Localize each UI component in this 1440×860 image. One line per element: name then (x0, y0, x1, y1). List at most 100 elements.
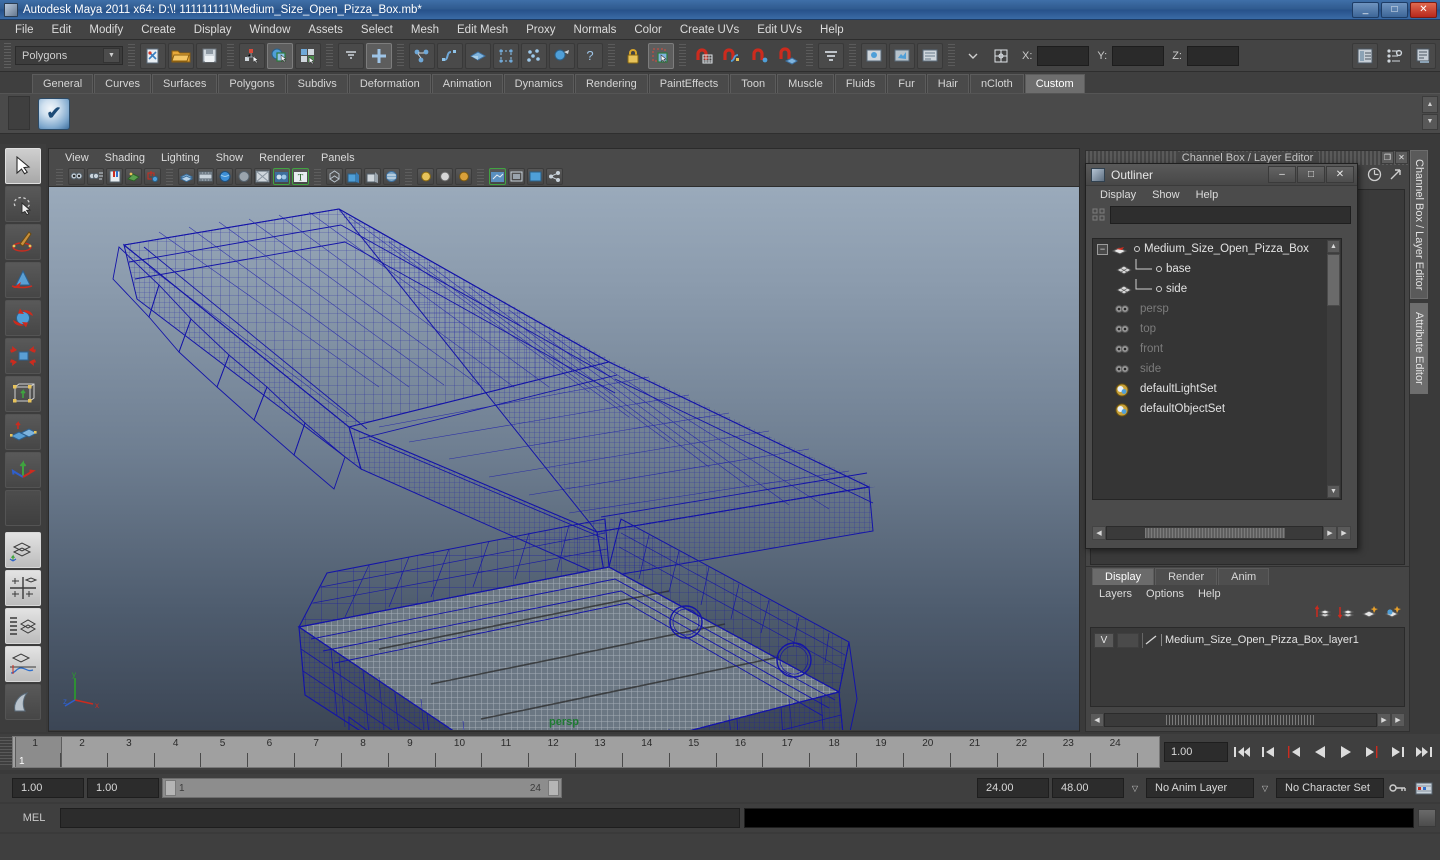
auto-keyframe-icon[interactable] (1387, 781, 1409, 795)
scale-tool-icon[interactable] (5, 338, 41, 374)
snap-to-grid-icon[interactable] (691, 43, 717, 69)
menu-edit-uvs[interactable]: Edit UVs (748, 22, 811, 38)
shelf-tab-animation[interactable]: Animation (431, 74, 503, 93)
outliner-item-persp[interactable]: persp (1093, 299, 1341, 319)
viewport-menu-view[interactable]: View (57, 151, 97, 165)
channel-box-close-button[interactable]: ✕ (1395, 151, 1408, 164)
resolution-gate-icon[interactable] (216, 168, 233, 185)
outliner-item-pizza-box[interactable]: − Medium_Size_Open_Pizza_Box (1093, 239, 1341, 259)
new-layer-icon[interactable] (1361, 604, 1378, 622)
move-tool-icon[interactable] (5, 262, 41, 298)
outliner-maximize-button[interactable]: □ (1297, 166, 1325, 183)
snap-to-point-icon[interactable] (747, 43, 773, 69)
select-all-components-icon[interactable] (366, 42, 392, 69)
tool-settings-icon[interactable] (1381, 43, 1407, 69)
search-filter-icon[interactable] (1092, 208, 1106, 222)
shelf-tab-deformation[interactable]: Deformation (348, 74, 431, 93)
select-by-handle-icon[interactable] (409, 42, 435, 69)
snap-to-curve-icon[interactable] (719, 43, 745, 69)
menu-select[interactable]: Select (352, 22, 402, 38)
menu-modify[interactable]: Modify (80, 22, 132, 38)
scroll-right-arrow-icon-2[interactable]: ▶ (1337, 526, 1351, 540)
menu-file[interactable]: File (6, 22, 43, 38)
gate-mask-icon[interactable] (235, 168, 252, 185)
scroll-track[interactable] (1106, 526, 1323, 540)
render-current-frame-icon[interactable] (861, 42, 887, 69)
new-layer-from-selected-icon[interactable] (1384, 604, 1401, 622)
single-perspective-view-icon[interactable] (5, 532, 41, 568)
lasso-select-tool-icon[interactable] (5, 186, 41, 222)
snap-to-projected-icon[interactable] (775, 43, 801, 69)
arrow-diagonal-icon[interactable] (1388, 167, 1403, 185)
step-forward-frame-button[interactable] (1360, 741, 1384, 763)
shelf-tab-muscle[interactable]: Muscle (777, 74, 834, 93)
play-backwards-button[interactable] (1308, 741, 1332, 763)
attribute-editor-toggle-icon[interactable] (1410, 42, 1436, 69)
tab-render[interactable]: Render (1155, 568, 1218, 585)
coord-z-input[interactable] (1186, 45, 1239, 66)
character-set-selector[interactable]: No Character Set (1276, 778, 1384, 798)
maximize-button[interactable]: □ (1381, 1, 1408, 18)
coord-x-input[interactable] (1037, 45, 1090, 66)
anim-end-time-field[interactable]: 48.00 (1052, 778, 1124, 798)
shelf-tab-curves[interactable]: Curves (94, 74, 151, 93)
camera-attributes-icon[interactable] (87, 168, 104, 185)
outliner-menu-help[interactable]: Help (1188, 188, 1227, 202)
smooth-shade-icon[interactable] (273, 168, 290, 185)
outliner-persp-layout-icon[interactable] (5, 608, 41, 644)
texture-toggle-icon[interactable]: T (292, 168, 309, 185)
isolate-select-icon[interactable] (489, 168, 506, 185)
script-language-label[interactable]: MEL (12, 812, 56, 824)
range-slider[interactable]: 1 24 (162, 778, 562, 798)
render-settings-icon[interactable] (917, 42, 943, 69)
viewport-menu-renderer[interactable]: Renderer (251, 151, 313, 165)
shelf-tab-hair[interactable]: Hair (926, 74, 969, 93)
animation-preferences-icon[interactable] (1412, 781, 1436, 796)
new-scene-icon[interactable] (140, 42, 166, 69)
outliner-search-input[interactable] (1110, 206, 1351, 224)
menu-set-selector[interactable]: Polygons ▼ (15, 46, 123, 65)
outliner-item-default-object-set[interactable]: defaultObjectSet (1093, 399, 1341, 419)
shelf-tab-polygons[interactable]: Polygons (218, 74, 286, 93)
command-input[interactable] (60, 808, 740, 828)
outliner-menu-show[interactable]: Show (1144, 188, 1188, 202)
two-d-pan-zoom-icon[interactable] (144, 168, 161, 185)
outliner-horizontal-scrollbar[interactable]: ◀ ▶ ▶ (1092, 526, 1351, 540)
xray-icon[interactable] (254, 168, 271, 185)
shelf-tab-painteffects[interactable]: PaintEffects (648, 74, 730, 93)
image-plane-icon[interactable] (125, 168, 142, 185)
construction-history-icon[interactable] (818, 42, 844, 69)
outliner-item-front[interactable]: front (1093, 339, 1341, 359)
outliner-item-side-camera[interactable]: side (1093, 359, 1341, 379)
shelf-tab-custom[interactable]: Custom (1024, 74, 1085, 93)
range-start-handle[interactable] (165, 780, 176, 796)
playback-end-time-field[interactable]: 24.00 (977, 778, 1049, 798)
channel-box-restore-button[interactable]: ❐ (1381, 151, 1394, 164)
scroll-right-arrow-icon-2[interactable]: ▶ (1391, 713, 1405, 727)
four-view-layout-icon[interactable] (5, 570, 41, 606)
play-forwards-button[interactable] (1334, 741, 1358, 763)
outliner-vertical-scrollbar[interactable]: ▲ ▼ (1327, 240, 1340, 498)
close-button[interactable]: ✕ (1410, 1, 1437, 18)
tab-attribute-editor[interactable]: Attribute Editor (1410, 303, 1428, 395)
move-layer-up-icon[interactable] (1314, 604, 1332, 622)
outliner-tree[interactable]: − Medium_Size_Open_Pizza_Box base side p… (1092, 238, 1342, 500)
statusline-grip[interactable] (4, 42, 11, 69)
shelf-tab-subdivs[interactable]: Subdivs (286, 74, 348, 93)
menu-assets[interactable]: Assets (299, 22, 352, 38)
occlusion-icon[interactable] (364, 168, 381, 185)
viewport-menu-lighting[interactable]: Lighting (153, 151, 208, 165)
scroll-up-arrow-icon[interactable]: ▲ (1327, 240, 1340, 253)
outliner-item-top[interactable]: top (1093, 319, 1341, 339)
outliner-menu-display[interactable]: Display (1092, 188, 1144, 202)
shelf-options-handle[interactable] (8, 96, 30, 130)
layer-playback-toggle[interactable] (1117, 632, 1139, 648)
film-gate-icon[interactable] (197, 168, 214, 185)
scroll-thumb[interactable] (1327, 254, 1340, 306)
select-help-icon[interactable]: ? (577, 42, 603, 69)
layer-name[interactable]: Medium_Size_Open_Pizza_Box_layer1 (1161, 634, 1359, 646)
shelf-tab-surfaces[interactable]: Surfaces (151, 74, 218, 93)
shelf-tab-ncloth[interactable]: nCloth (969, 74, 1024, 93)
save-scene-icon[interactable] (196, 42, 222, 69)
menu-proxy[interactable]: Proxy (517, 22, 564, 38)
